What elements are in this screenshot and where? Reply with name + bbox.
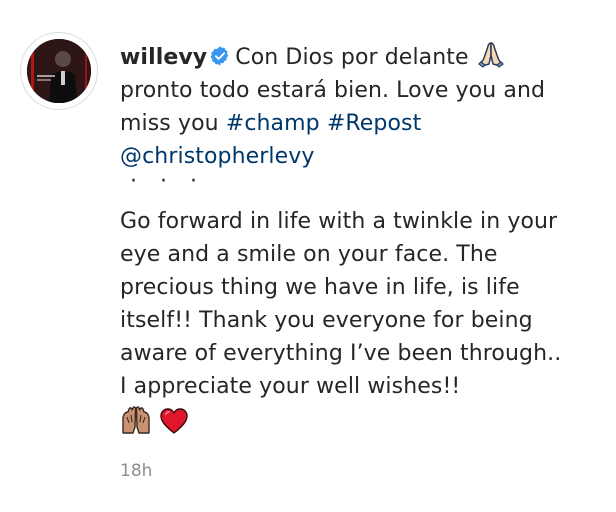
dot: · [160,169,167,194]
profile-avatar[interactable] [20,32,98,110]
hashtag-champ[interactable]: #champ [226,111,320,136]
comment-timestamp[interactable]: 18h [120,461,152,481]
caption-intro: Con Dios por delante [235,45,469,70]
body-line: Go forward in life with a twinkle in you… [120,209,558,234]
username-link[interactable]: willevy [120,45,207,70]
raised-hands-icon [122,406,150,434]
folded-hands-icon [477,42,504,68]
hashtag-repost[interactable]: #Repost [327,111,421,136]
body-line: itself!! Thank you everyone for being [120,308,533,333]
body-line: aware of everything I’ve been through.. [120,341,562,366]
emoji-row [120,405,600,439]
dot: · [190,169,197,194]
caption-body: Go forward in life with a twinkle in you… [120,205,600,403]
body-line: I appreciate your well wishes!! [120,374,461,399]
avatar-image [27,39,91,103]
comment-caption: willevy Con Dios por delante pronto todo… [120,40,600,439]
red-heart-icon [160,408,188,434]
body-line: precious thing we have in life, is life [120,275,520,300]
verified-badge-icon [210,46,229,66]
instagram-comment: willevy Con Dios por delante pronto todo… [0,0,616,512]
mention-christopherlevy[interactable]: @christopherlevy [120,144,315,169]
dot: · [130,169,137,194]
separator-dots: · · · [120,169,600,199]
body-line: eye and a smile on your face. The [120,242,498,267]
